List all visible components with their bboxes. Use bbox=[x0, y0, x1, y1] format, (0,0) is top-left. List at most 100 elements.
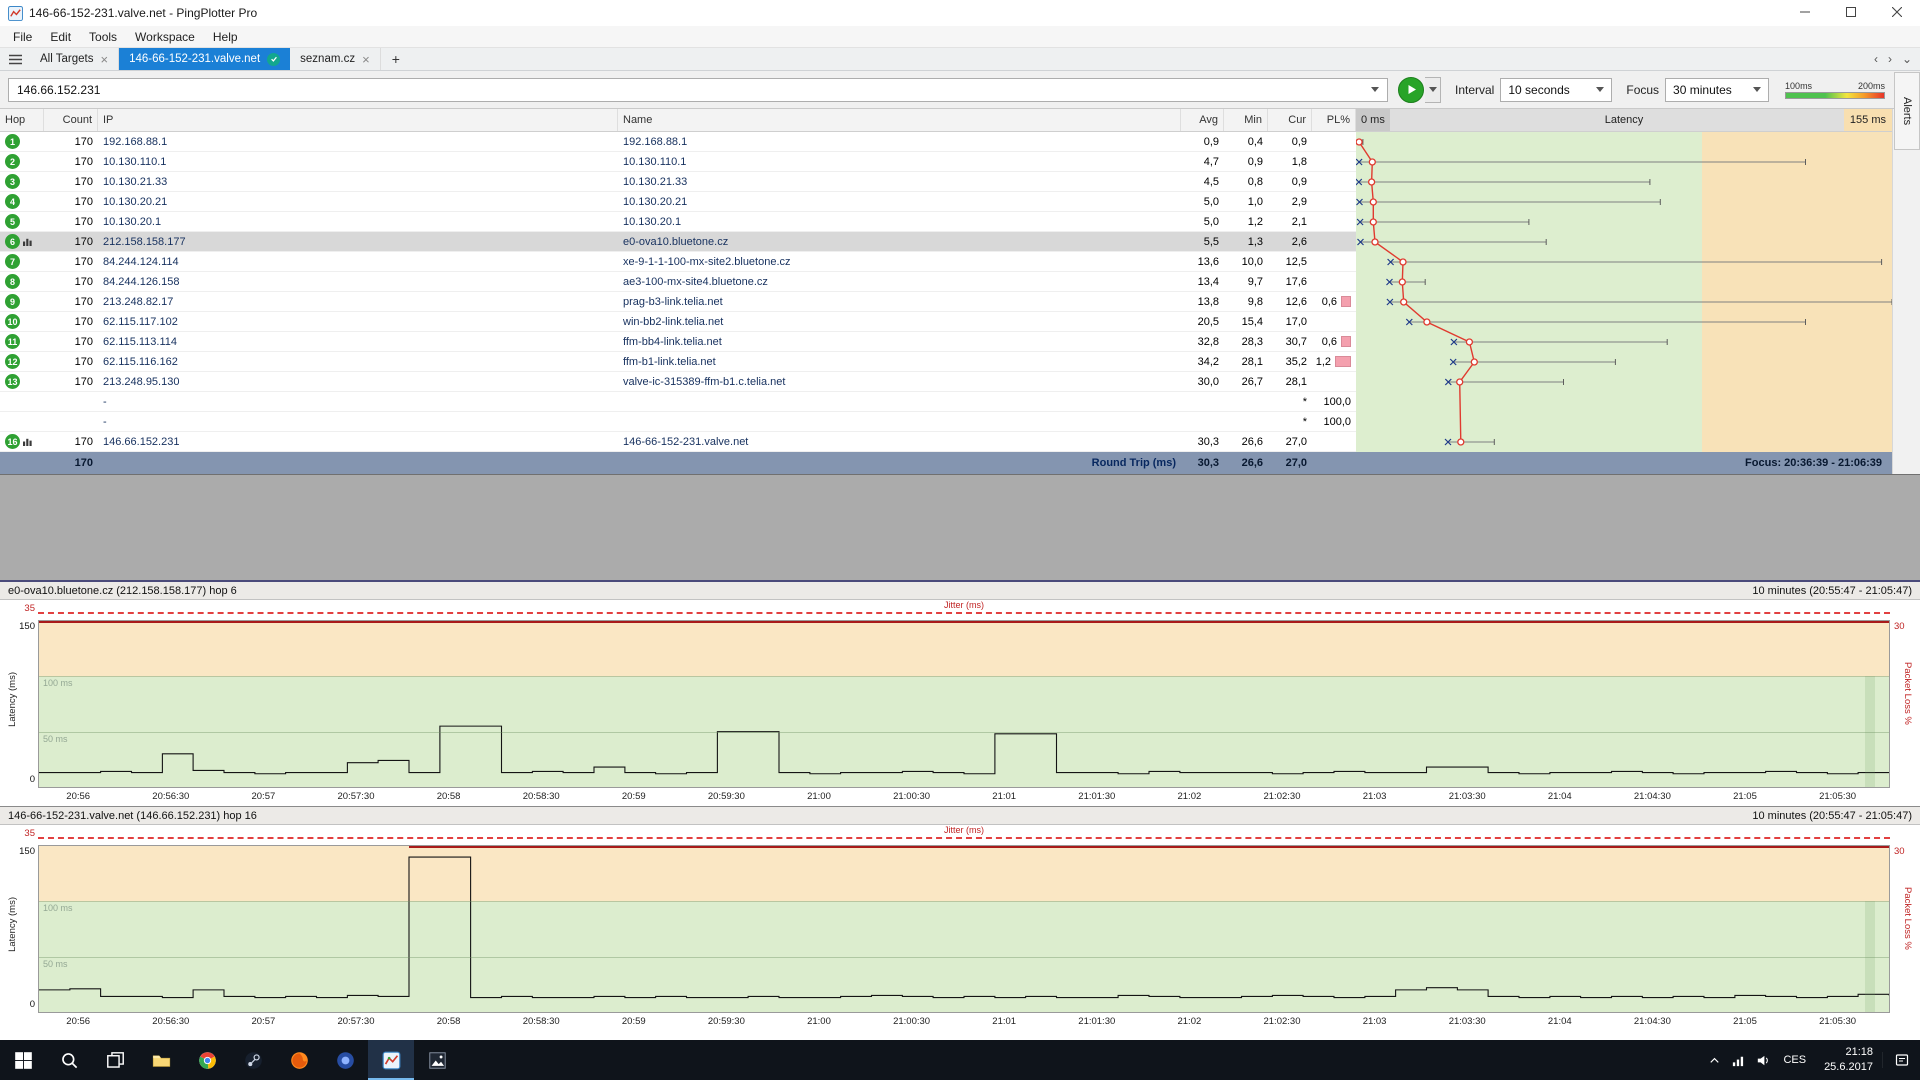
new-tab-button[interactable]: + bbox=[381, 48, 411, 70]
hop-number-badge: 8 bbox=[5, 274, 20, 289]
timeline-header: 146-66-152-231.valve.net (146.66.152.231… bbox=[0, 807, 1920, 825]
tab-seznam-cz[interactable]: seznam.cz× bbox=[290, 48, 381, 70]
action-center-icon bbox=[1894, 1052, 1910, 1068]
tab-list-menu-icon[interactable] bbox=[0, 48, 30, 70]
alerts-panel-tab[interactable]: Alerts bbox=[1894, 72, 1920, 150]
cell-count: 170 bbox=[44, 212, 98, 231]
table-row-hop-1[interactable]: 1170192.168.88.1192.168.88.10,90,40,9 bbox=[0, 132, 1356, 152]
start-trace-button[interactable] bbox=[1398, 77, 1424, 103]
table-row-hop-no-reply-14[interactable]: -*100,0 bbox=[0, 392, 1356, 412]
hop-number-badge: 9 bbox=[5, 294, 20, 309]
table-row-hop-4[interactable]: 417010.130.20.2110.130.20.215,01,02,9 bbox=[0, 192, 1356, 212]
menu-workspace[interactable]: Workspace bbox=[126, 28, 204, 46]
action-center-button[interactable] bbox=[1882, 1052, 1920, 1068]
table-row-hop-2[interactable]: 217010.130.110.110.130.110.14,70,91,8 bbox=[0, 152, 1356, 172]
taskbar-photos-button[interactable] bbox=[414, 1040, 460, 1080]
target-tab-bar: All Targets × 146-66-152-231.valve.netsezn… bbox=[0, 48, 1920, 71]
target-address-input[interactable]: 146.66.152.231 bbox=[8, 78, 1388, 102]
time-tick-label: 20:58 bbox=[437, 791, 461, 802]
menu-file[interactable]: File bbox=[4, 28, 41, 46]
cell-count bbox=[44, 412, 98, 431]
tray-network-icon[interactable] bbox=[1726, 1053, 1750, 1068]
trace-table-header: HopCountIPNameAvgMinCurPL% 0 ms Latency … bbox=[0, 109, 1892, 132]
hop-number-badge: 11 bbox=[5, 334, 20, 349]
cell-count: 170 bbox=[44, 172, 98, 191]
cell-min: 26,6 bbox=[1224, 432, 1268, 451]
tabs: All Targets × 146-66-152-231.valve.netsezn… bbox=[30, 48, 411, 70]
latency-axis-label: Latency (ms) bbox=[7, 672, 18, 727]
table-row-hop-5[interactable]: 517010.130.20.110.130.20.15,01,22,1 bbox=[0, 212, 1356, 232]
latency-series-line bbox=[39, 846, 1889, 1012]
focus-select[interactable]: 30 minutes bbox=[1665, 78, 1769, 102]
hop-number-badge: 7 bbox=[5, 254, 20, 269]
cell-count: 170 bbox=[44, 352, 98, 371]
column-header-min[interactable]: Min bbox=[1224, 109, 1268, 131]
tray-speaker-icon[interactable] bbox=[1750, 1053, 1774, 1068]
gridline-label: 100 ms bbox=[43, 903, 73, 913]
cell-ip: 192.168.88.1 bbox=[98, 132, 618, 151]
taskbar-search-button[interactable] bbox=[46, 1040, 92, 1080]
taskbar-pingplotter-button[interactable] bbox=[368, 1040, 414, 1080]
time-tick-label: 20:59 bbox=[622, 791, 646, 802]
tab-scroll-right-icon[interactable]: › bbox=[1888, 52, 1892, 66]
column-header-name[interactable]: Name bbox=[618, 109, 1181, 131]
tab-scroll-left-icon[interactable]: ‹ bbox=[1874, 52, 1878, 66]
column-header-ip[interactable]: IP bbox=[98, 109, 618, 131]
menu-help[interactable]: Help bbox=[204, 28, 247, 46]
language-indicator[interactable]: CES bbox=[1774, 1054, 1815, 1066]
cell-hop: 7 bbox=[0, 252, 44, 271]
cell-name: 146-66-152-231.valve.net bbox=[618, 432, 1181, 451]
tab-menu-icon[interactable]: ⌄ bbox=[1902, 52, 1912, 66]
column-header-avg[interactable]: Avg bbox=[1181, 109, 1224, 131]
table-row-hop-6[interactable]: 6170212.158.158.177e0-ova10.bluetone.cz5… bbox=[0, 232, 1356, 252]
tray-chevron-up-icon[interactable] bbox=[1702, 1053, 1726, 1068]
column-header-hop[interactable]: Hop bbox=[0, 109, 44, 131]
column-header-count[interactable]: Count bbox=[44, 109, 98, 131]
cell-ip: 84.244.124.114 bbox=[98, 252, 618, 271]
time-tick-label: 21:00:30 bbox=[893, 791, 930, 802]
tab-all-targets[interactable]: All Targets × bbox=[30, 48, 119, 70]
table-row-hop-7[interactable]: 717084.244.124.114xe-9-1-1-100-mx-site2.… bbox=[0, 252, 1356, 272]
cell-cur: 12,5 bbox=[1268, 252, 1312, 271]
column-header-cur[interactable]: Cur bbox=[1268, 109, 1312, 131]
minimize-button[interactable] bbox=[1782, 0, 1828, 26]
clock[interactable]: 21:18 25.6.2017 bbox=[1815, 1045, 1882, 1075]
timeline-plot[interactable]: 100 ms50 ms bbox=[38, 845, 1890, 1013]
taskbar-file-explorer-button[interactable] bbox=[138, 1040, 184, 1080]
cell-hop: 6 bbox=[0, 232, 44, 251]
taskbar-task-view-button[interactable] bbox=[92, 1040, 138, 1080]
taskbar-chrome-button[interactable] bbox=[184, 1040, 230, 1080]
table-row-hop-12[interactable]: 1217062.115.116.162ffm-b1-link.telia.net… bbox=[0, 352, 1356, 372]
table-row-hop-10[interactable]: 1017062.115.117.102win-bb2-link.telia.ne… bbox=[0, 312, 1356, 332]
taskbar-steam-button[interactable] bbox=[230, 1040, 276, 1080]
maximize-button[interactable] bbox=[1828, 0, 1874, 26]
target-dropdown-icon[interactable] bbox=[1371, 87, 1379, 92]
timeline-plot[interactable]: 100 ms50 ms bbox=[38, 620, 1890, 788]
interval-select[interactable]: 10 seconds bbox=[1500, 78, 1612, 102]
tab-146-66-152-231-valve-net[interactable]: 146-66-152-231.valve.net bbox=[119, 48, 290, 70]
table-row-hop-no-reply-15[interactable]: -*100,0 bbox=[0, 412, 1356, 432]
latency-axis: 35 150 0 Latency (ms) bbox=[0, 825, 38, 1033]
taskbar-firefox-button[interactable] bbox=[276, 1040, 322, 1080]
table-row-hop-16[interactable]: 16170146.66.152.231146-66-152-231.valve.… bbox=[0, 432, 1356, 452]
cell-avg: 5,0 bbox=[1181, 192, 1224, 211]
close-button[interactable] bbox=[1874, 0, 1920, 26]
table-row-hop-3[interactable]: 317010.130.21.3310.130.21.334,50,80,9 bbox=[0, 172, 1356, 192]
menu-tools[interactable]: Tools bbox=[80, 28, 126, 46]
menu-edit[interactable]: Edit bbox=[41, 28, 80, 46]
cell-count: 170 bbox=[44, 292, 98, 311]
table-row-hop-11[interactable]: 1117062.115.113.114ffm-bb4-link.telia.ne… bbox=[0, 332, 1356, 352]
table-row-hop-13[interactable]: 13170213.248.95.130valve-ic-315389-ffm-b… bbox=[0, 372, 1356, 392]
tab-close-icon[interactable]: × bbox=[100, 53, 108, 66]
trace-options-dropdown[interactable] bbox=[1425, 77, 1441, 103]
taskbar-media-player-button[interactable] bbox=[322, 1040, 368, 1080]
cell-min: 28,3 bbox=[1224, 332, 1268, 351]
taskbar-start-button[interactable] bbox=[0, 1040, 46, 1080]
table-row-hop-8[interactable]: 817084.244.126.158ae3-100-mx-site4.bluet… bbox=[0, 272, 1356, 292]
tab-close-icon[interactable]: × bbox=[362, 53, 370, 66]
table-row-hop-9[interactable]: 9170213.248.82.17prag-b3-link.telia.net1… bbox=[0, 292, 1356, 312]
column-header-pl[interactable]: PL% bbox=[1312, 109, 1356, 131]
table-scrollbar[interactable] bbox=[1892, 109, 1920, 474]
tab-label: All Targets bbox=[40, 53, 93, 65]
cell-pl: 100,0 bbox=[1312, 392, 1356, 411]
